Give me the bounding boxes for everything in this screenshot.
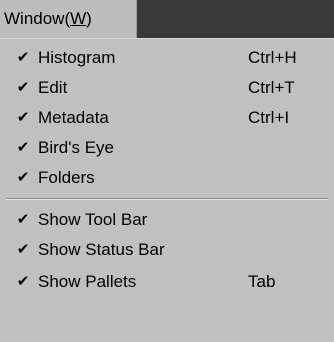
menu-item-shortcut: Ctrl+I — [248, 108, 290, 127]
checkmark-icon: ✔ — [16, 79, 30, 96]
checkmark-icon: ✔ — [16, 169, 30, 186]
menu-item-histogram[interactable]: ✔ Histogram Ctrl+H — [0, 43, 334, 73]
menu-item-shortcut: Tab — [248, 272, 276, 291]
menu-item-label: Edit — [38, 78, 68, 97]
menu-item-birds-eye[interactable]: ✔ Bird's Eye — [0, 133, 334, 163]
menu-separator — [6, 198, 328, 200]
checkmark-icon: ✔ — [16, 49, 30, 66]
menu-item-label: Show Tool Bar — [38, 210, 148, 229]
menu-item-show-tool-bar[interactable]: ✔ Show Tool Bar — [0, 205, 334, 235]
window-menu-title-prefix: Window( — [4, 9, 71, 28]
checkmark-icon: ✔ — [16, 273, 30, 290]
checkmark-icon: ✔ — [16, 241, 30, 258]
menu-item-edit[interactable]: ✔ Edit Ctrl+T — [0, 73, 334, 103]
checkmark-icon: ✔ — [16, 109, 30, 126]
menu-item-label: Bird's Eye — [38, 138, 114, 157]
menu-item-label: Folders — [38, 168, 95, 187]
checkmark-icon: ✔ — [16, 211, 30, 228]
menu-item-show-pallets[interactable]: ✔ Show Pallets Tab — [0, 267, 334, 297]
menu-item-metadata[interactable]: ✔ Metadata Ctrl+I — [0, 103, 334, 133]
menu-item-label: Histogram — [38, 48, 116, 67]
window-menu-title[interactable]: Window(W) — [0, 0, 137, 38]
menu-item-shortcut: Ctrl+T — [248, 78, 295, 97]
menu-item-folders[interactable]: ✔ Folders — [0, 163, 334, 193]
window-menu-access-key: W — [70, 9, 87, 28]
menu-item-show-status-bar[interactable]: ✔ Show Status Bar — [0, 235, 334, 265]
menu-item-shortcut: Ctrl+H — [248, 48, 297, 67]
menubar: Window(W) — [0, 0, 334, 38]
window-menu-title-suffix: ) — [86, 9, 92, 28]
menu-item-label: Metadata — [38, 108, 109, 127]
checkmark-icon: ✔ — [16, 139, 30, 156]
menu-item-label: Show Pallets — [38, 272, 137, 291]
menu-item-label: Show Status Bar — [38, 240, 165, 259]
window-dropdown-menu: ✔ Histogram Ctrl+H ✔ Edit Ctrl+T ✔ Metad… — [0, 38, 334, 342]
